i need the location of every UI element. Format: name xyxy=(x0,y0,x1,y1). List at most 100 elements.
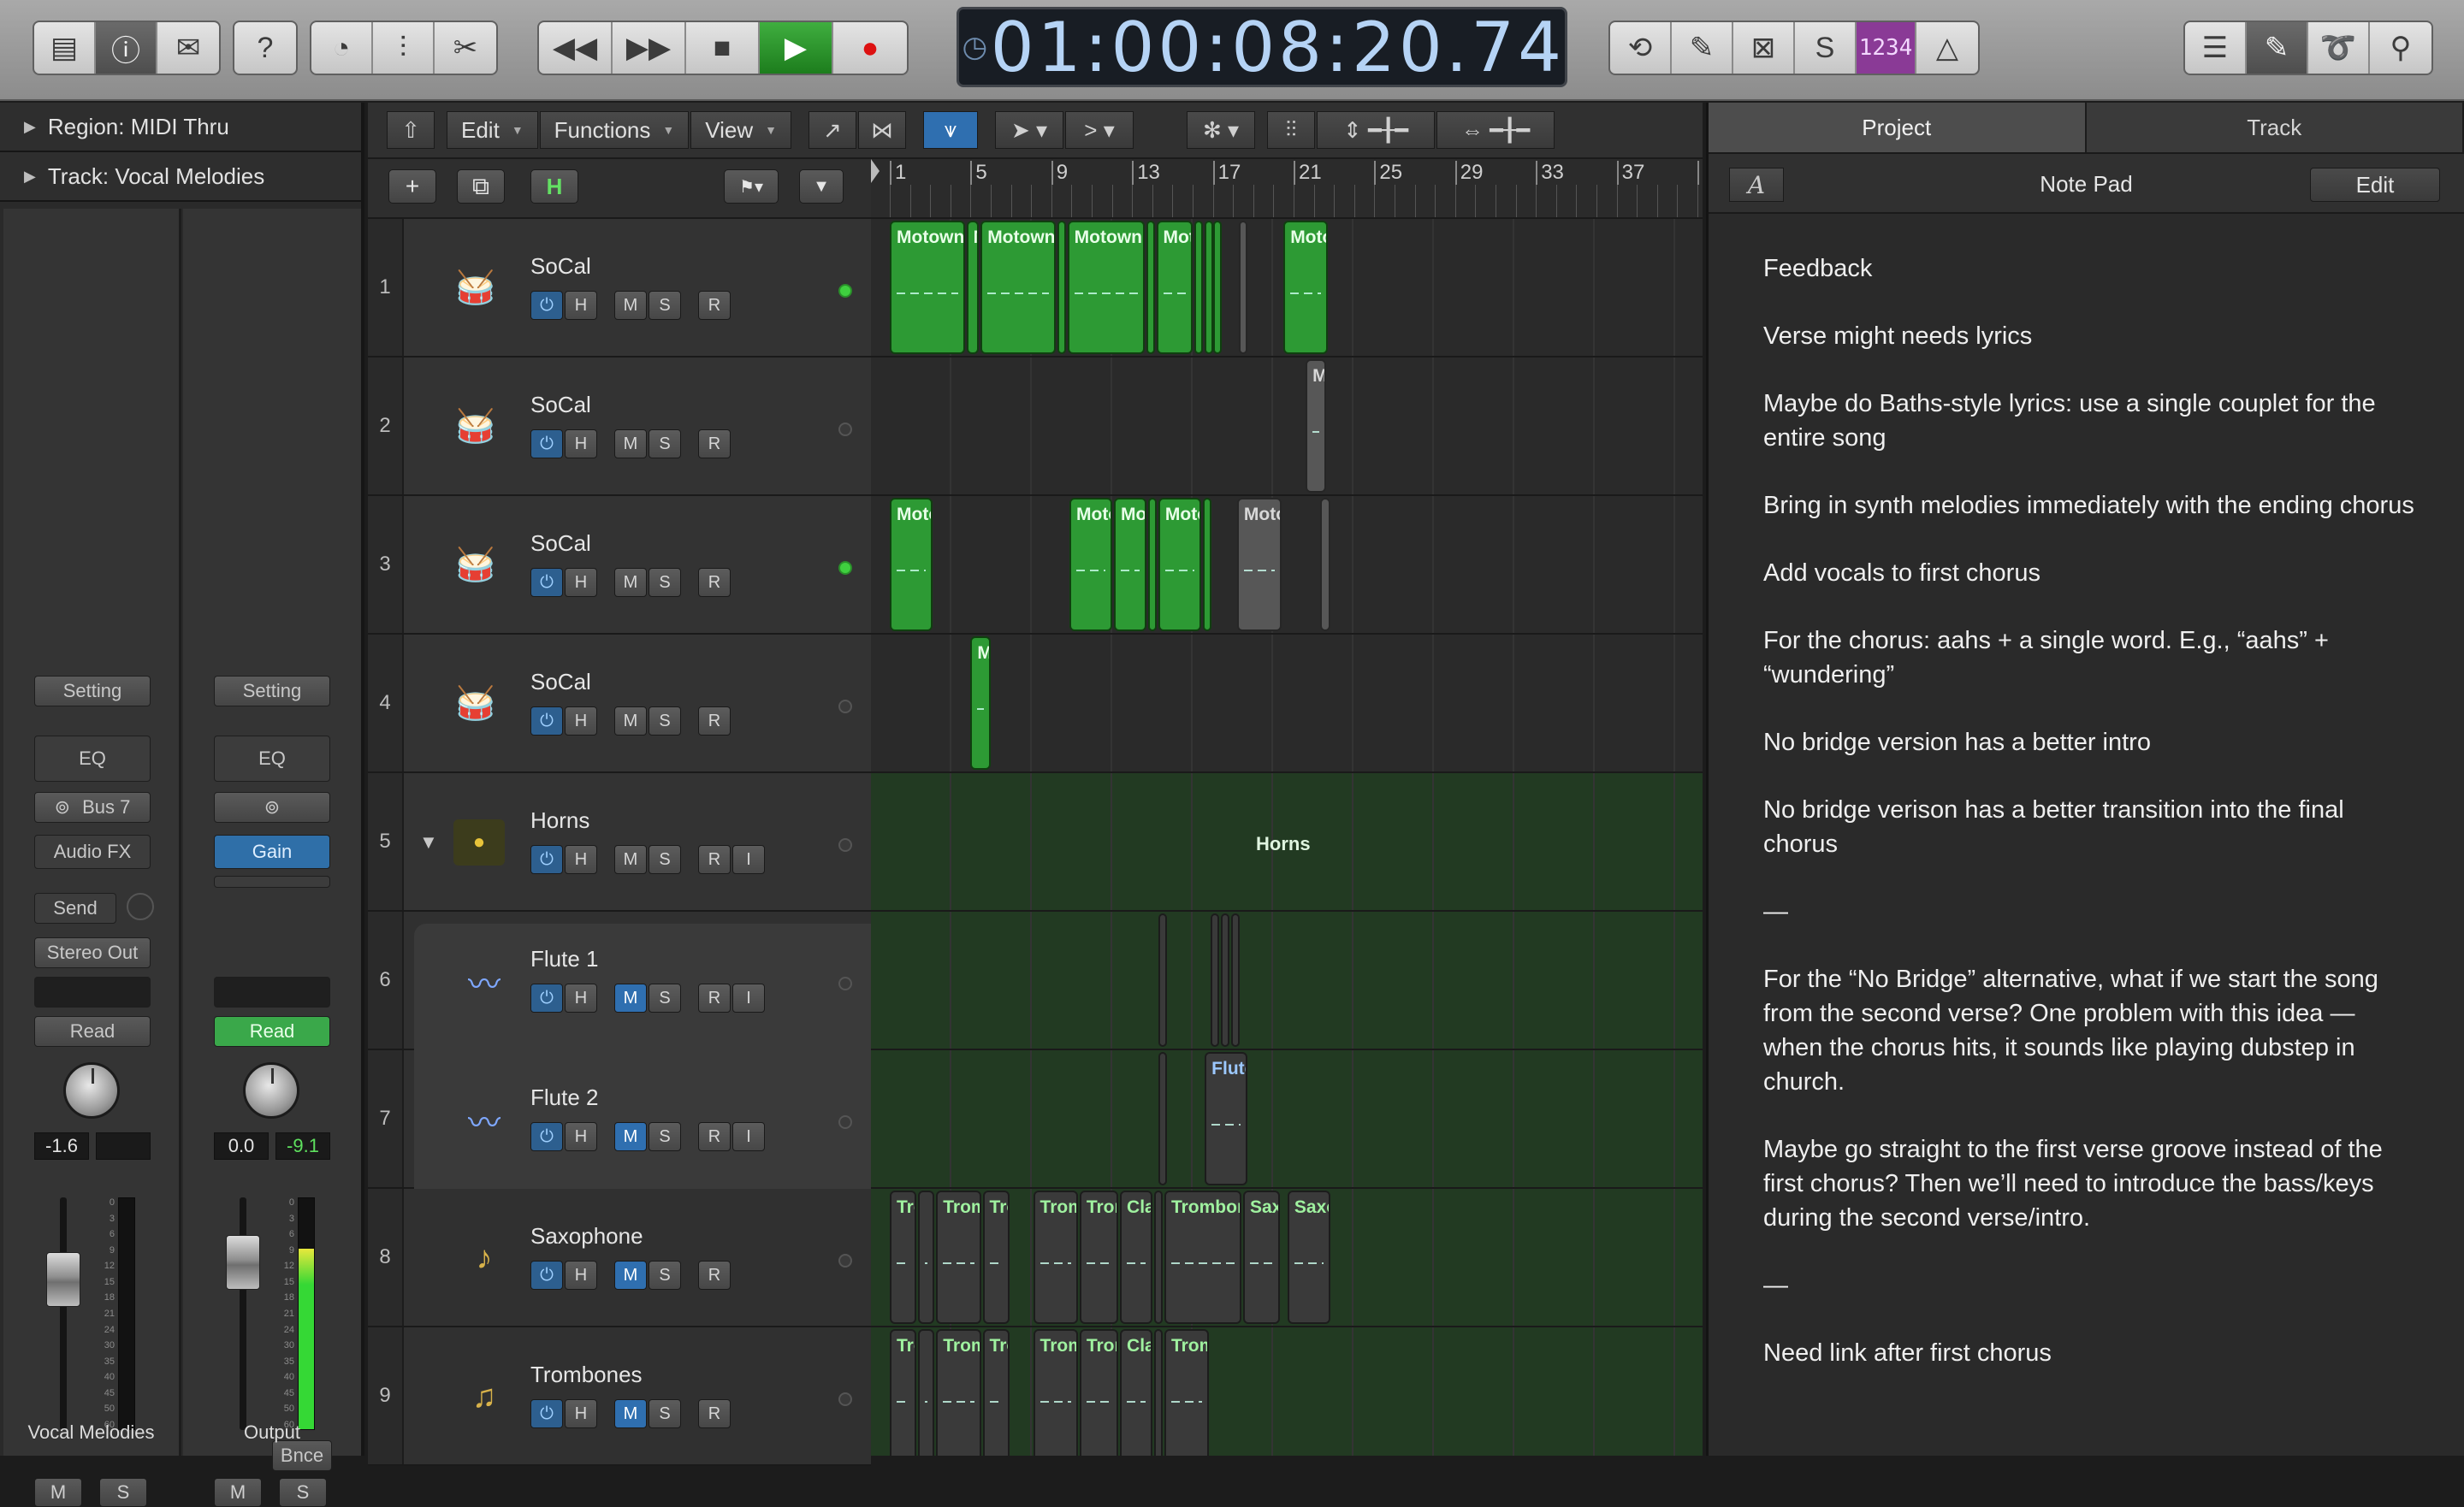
editors-icon[interactable]: ✂ xyxy=(435,22,496,74)
send-knob-icon[interactable] xyxy=(127,893,154,920)
pointer-tool-icon[interactable]: ➤ ▾ xyxy=(995,111,1063,149)
region[interactable] xyxy=(1194,221,1203,354)
mute-button[interactable]: M xyxy=(214,1478,262,1507)
region[interactable] xyxy=(1158,913,1167,1047)
settings-icon[interactable]: ✻ ▾ xyxy=(1187,111,1255,149)
region[interactable]: M xyxy=(967,221,980,354)
hide-button[interactable]: H xyxy=(565,1399,597,1428)
region[interactable]: Motowr xyxy=(1158,498,1201,631)
power-button[interactable]: ⏻ xyxy=(530,1122,563,1151)
track-lane[interactable] xyxy=(871,635,1703,773)
power-button[interactable]: ⏻ xyxy=(530,1261,563,1290)
solo-button[interactable]: S xyxy=(649,291,681,320)
region[interactable]: Moto xyxy=(1114,498,1146,631)
track-lane[interactable] xyxy=(871,358,1703,496)
record-enable-button[interactable]: R xyxy=(698,291,731,320)
record-enable-button[interactable]: R xyxy=(698,845,731,874)
solo-button[interactable]: S xyxy=(279,1478,327,1507)
hide-button[interactable]: H xyxy=(565,568,597,597)
region[interactable]: Motowr xyxy=(1069,498,1112,631)
region[interactable]: Trombo xyxy=(1034,1329,1078,1456)
record-enable-button[interactable]: R xyxy=(698,429,731,458)
disclosure-triangle-icon[interactable]: ▶ xyxy=(24,168,36,186)
region[interactable] xyxy=(918,1191,934,1324)
catch-icon[interactable]: ↗ xyxy=(808,111,856,149)
region[interactable] xyxy=(918,1329,934,1456)
solo-button[interactable]: S xyxy=(649,1399,681,1428)
solo-button[interactable]: S xyxy=(649,984,681,1013)
view-menu[interactable]: View▼ xyxy=(690,111,791,149)
region[interactable] xyxy=(1146,221,1155,354)
audio-fx-slot[interactable]: Audio FX xyxy=(34,835,151,869)
region[interactable]: Trombo xyxy=(1080,1191,1118,1324)
list-editors-icon[interactable]: ☰ xyxy=(2185,22,2247,74)
mute-button[interactable]: M xyxy=(614,845,647,874)
track-header[interactable]: 9♫Trombones⏻HMSR xyxy=(368,1327,871,1466)
region[interactable]: Trombones xyxy=(1164,1329,1209,1456)
toolbar-icon[interactable]: ✉ xyxy=(157,22,219,74)
disclosure-triangle-icon[interactable]: ▼ xyxy=(419,831,438,854)
automation-mode-button[interactable]: Read xyxy=(34,1016,151,1047)
track-header[interactable]: 3🥁SoCal⏻HMSR xyxy=(368,496,871,635)
setting-button[interactable]: Setting xyxy=(214,676,330,706)
audio-fx-empty-slot[interactable] xyxy=(214,876,330,888)
input-monitor-button[interactable]: I xyxy=(732,984,765,1013)
flex-icon[interactable]: ⋈ xyxy=(858,111,906,149)
edit-menu[interactable]: Edit▼ xyxy=(447,111,538,149)
audio-fx-slot[interactable]: Gain xyxy=(214,835,330,869)
record-icon[interactable]: ● xyxy=(833,22,907,74)
region[interactable] xyxy=(1158,1052,1167,1185)
fast-forward-icon[interactable]: ▶▶ xyxy=(613,22,686,74)
clock-icon[interactable]: ◷ xyxy=(959,30,991,64)
track-name[interactable]: SoCal xyxy=(530,669,591,695)
region[interactable] xyxy=(1231,913,1240,1047)
mute-button[interactable]: M xyxy=(614,291,647,320)
volume-fader-handle[interactable] xyxy=(226,1235,260,1290)
mute-button[interactable]: M xyxy=(614,706,647,736)
power-button[interactable]: ⏻ xyxy=(530,291,563,320)
hide-button[interactable]: H xyxy=(565,845,597,874)
track-lane[interactable]: Horns xyxy=(871,773,1703,912)
output-slot[interactable]: Stereo Out xyxy=(34,937,151,968)
collapse-icon[interactable]: ▼ xyxy=(799,169,844,204)
track-name[interactable]: SoCal xyxy=(530,253,591,280)
region[interactable]: Saxo xyxy=(1288,1191,1330,1324)
region[interactable]: Motown Revis xyxy=(1068,221,1145,354)
region[interactable]: M xyxy=(1057,221,1066,354)
solo-button[interactable]: S xyxy=(649,429,681,458)
region[interactable]: Motow xyxy=(1237,498,1282,631)
help-icon[interactable]: ? xyxy=(234,22,296,74)
region[interactable] xyxy=(1221,913,1229,1047)
metronome-icon[interactable]: △ xyxy=(1916,22,1978,74)
region[interactable]: Flute 2 xyxy=(1205,1052,1247,1185)
region[interactable]: Motown xyxy=(1283,221,1328,354)
track-header[interactable]: 4🥁SoCal⏻HMSR xyxy=(368,635,871,773)
hide-button[interactable]: H xyxy=(565,1122,597,1151)
track-name[interactable]: SoCal xyxy=(530,392,591,418)
region[interactable]: Tron xyxy=(890,1191,916,1324)
mixer-icon[interactable]: ⫶ xyxy=(373,22,435,74)
rewind-icon[interactable]: ◀◀ xyxy=(539,22,613,74)
volume-fader-handle[interactable] xyxy=(46,1252,80,1307)
mute-button[interactable]: M xyxy=(614,1399,647,1428)
track-header[interactable]: 1🥁SoCal⏻HMSR xyxy=(368,219,871,358)
solo-button[interactable]: S xyxy=(649,706,681,736)
back-icon[interactable]: ⇧ xyxy=(387,111,435,149)
pan-knob[interactable] xyxy=(243,1062,299,1119)
record-enable-button[interactable]: R xyxy=(698,706,731,736)
region[interactable] xyxy=(1154,1191,1163,1324)
region[interactable]: Class xyxy=(1120,1191,1152,1324)
snap-icon[interactable]: ⩛ xyxy=(923,111,978,149)
record-enable-button[interactable]: R xyxy=(698,1122,731,1151)
edit-button[interactable]: Edit xyxy=(2310,168,2440,202)
tab-project[interactable]: Project xyxy=(1709,103,2087,152)
pan-knob[interactable] xyxy=(63,1062,120,1119)
mute-button[interactable]: M xyxy=(614,1122,647,1151)
group-slot[interactable] xyxy=(34,977,151,1008)
power-button[interactable]: ⏻ xyxy=(530,429,563,458)
region-inspector-header[interactable]: ▶ Region: MIDI Thru xyxy=(0,103,361,152)
arrange-area[interactable]: HornsMotown RevisMMotown RevisMMotown Re… xyxy=(871,219,1703,1456)
region[interactable]: Tron xyxy=(983,1191,1010,1324)
region[interactable]: Trombones xyxy=(1164,1191,1241,1324)
region[interactable]: Trombo xyxy=(1034,1191,1078,1324)
